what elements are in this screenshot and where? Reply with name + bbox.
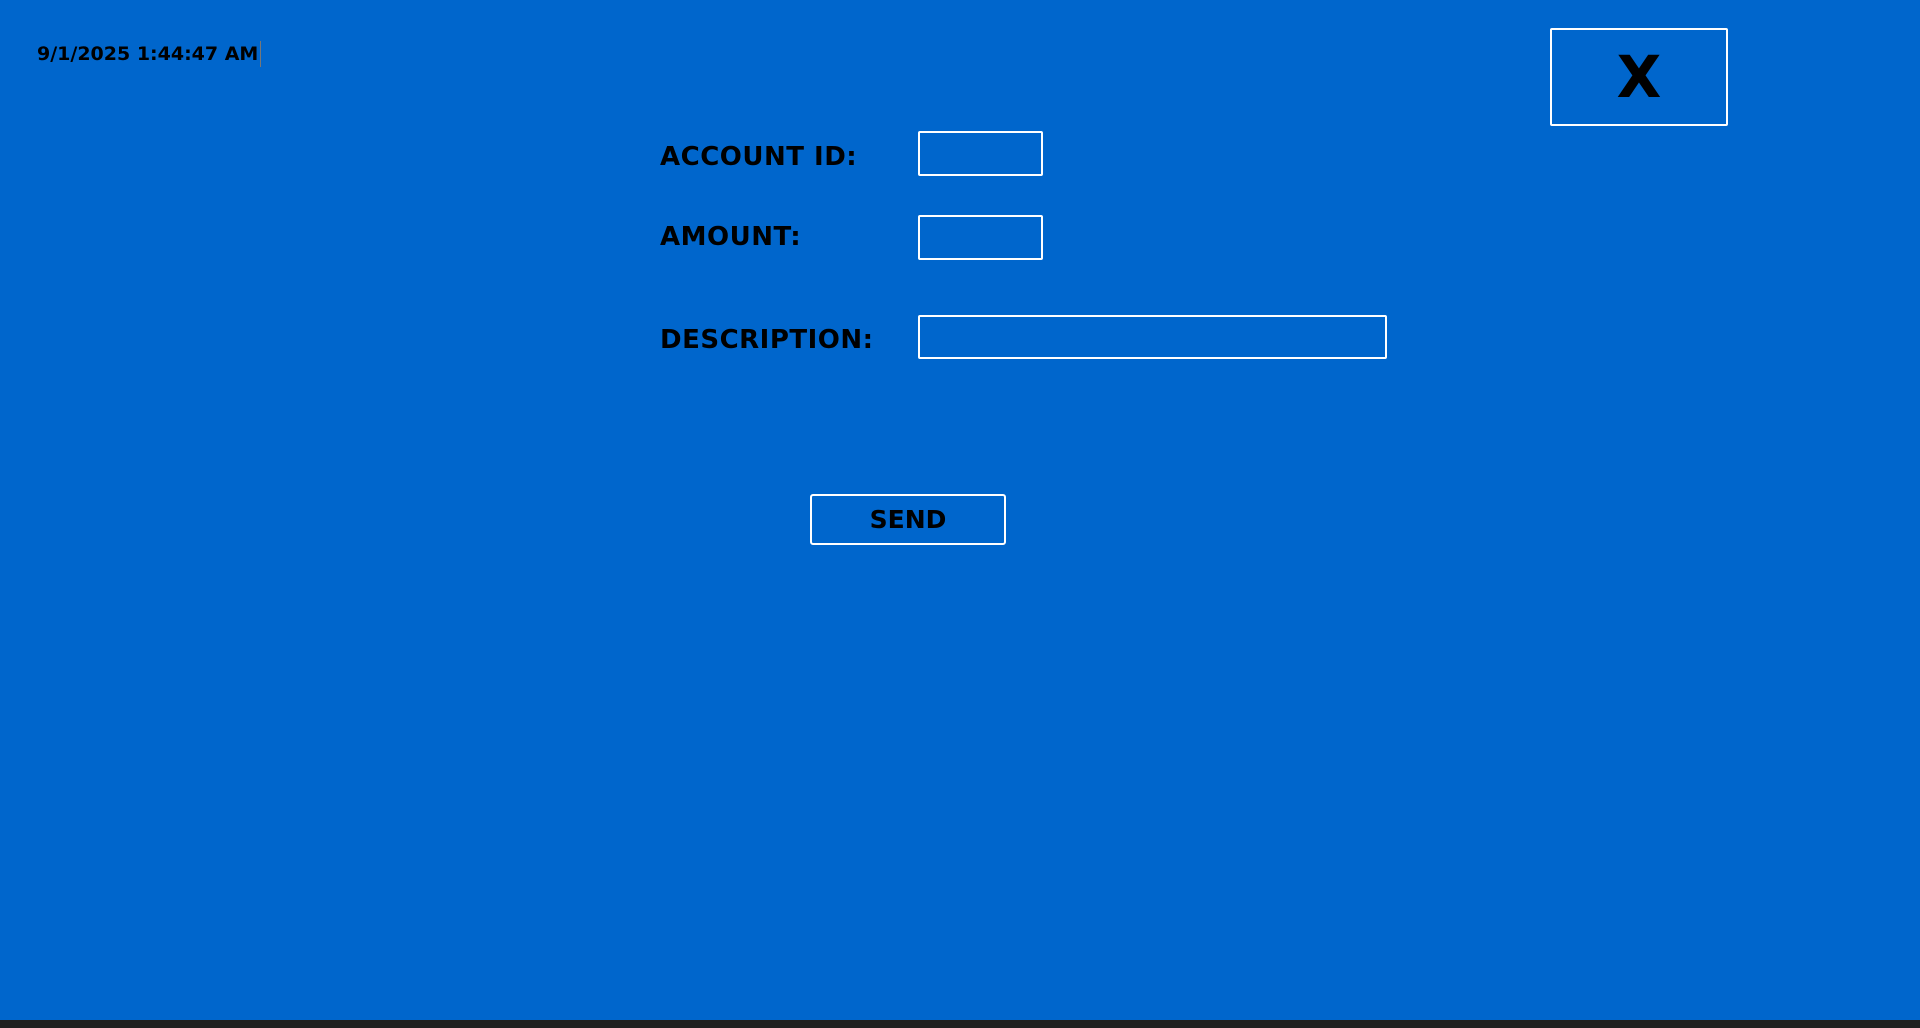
amount-input[interactable] (918, 215, 1043, 260)
description-input[interactable] (918, 315, 1387, 359)
send-button[interactable]: SEND (810, 494, 1006, 545)
account-id-label: ACCOUNT ID: (660, 142, 858, 172)
taskbar-strip (0, 1020, 1920, 1028)
account-id-input[interactable] (918, 131, 1043, 176)
timestamp-display: 9/1/2025 1:44:47 AM (37, 41, 262, 67)
description-label: DESCRIPTION: (660, 325, 874, 355)
close-button[interactable]: X (1550, 28, 1728, 126)
amount-label: AMOUNT: (660, 222, 802, 252)
